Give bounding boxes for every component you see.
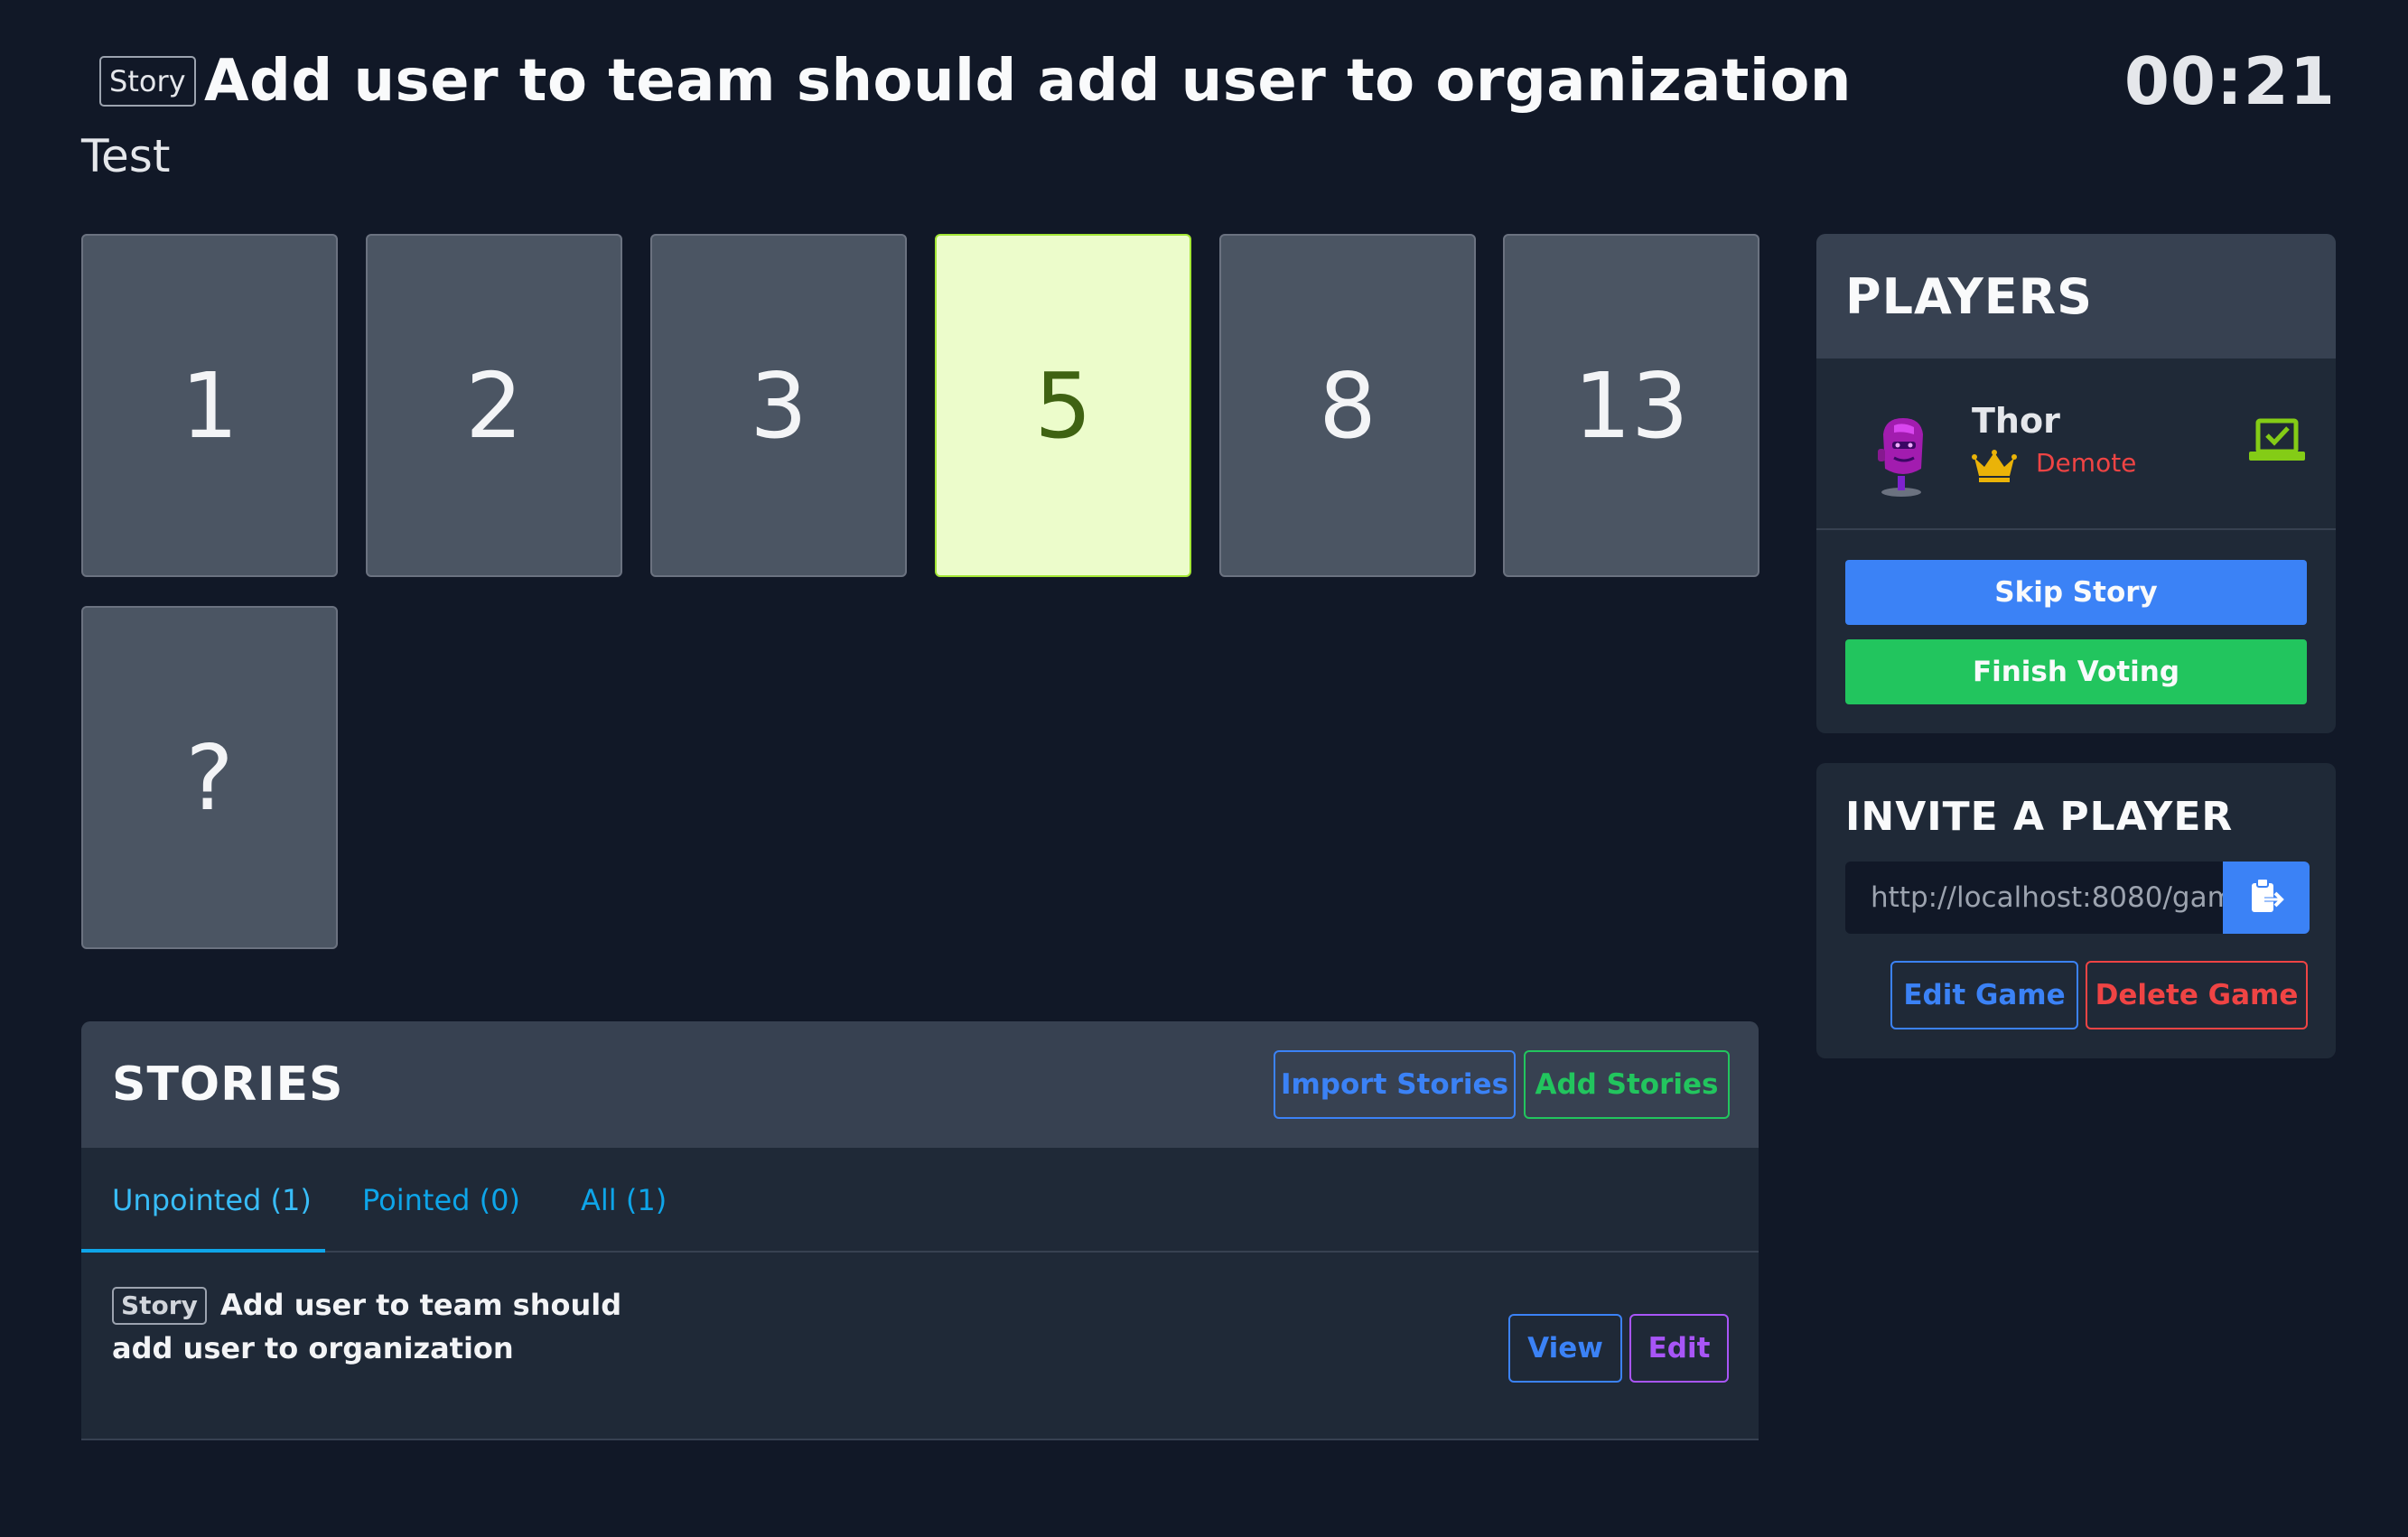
crown-icon — [1972, 449, 2017, 487]
edit-story-button[interactable]: Edit — [1629, 1314, 1729, 1383]
stories-title: STORIES — [112, 1057, 344, 1112]
view-story-button[interactable]: View — [1508, 1314, 1622, 1383]
tab-pointed[interactable]: Pointed (0) — [362, 1178, 520, 1222]
players-panel: PLAYERS Thor Demote Skip Story Finish Vo… — [1816, 234, 2336, 733]
game-name: Test — [81, 130, 171, 182]
tab-all[interactable]: All (1) — [581, 1178, 667, 1222]
vote-card-unknown[interactable]: ? — [81, 606, 338, 949]
vote-card-5-selected[interactable]: 5 — [935, 234, 1191, 577]
vote-card-8[interactable]: 8 — [1219, 234, 1476, 577]
player-name: Thor — [1972, 401, 2060, 441]
invite-link-input[interactable] — [1845, 862, 2223, 934]
skip-story-button[interactable]: Skip Story — [1845, 560, 2307, 625]
import-stories-button[interactable]: Import Stories — [1274, 1050, 1516, 1119]
vote-card-2[interactable]: 2 — [366, 234, 622, 577]
finish-voting-button[interactable]: Finish Voting — [1845, 639, 2307, 704]
story-item-type-badge: Story — [112, 1287, 207, 1325]
demote-link[interactable]: Demote — [2036, 445, 2136, 481]
stories-tabs: Unpointed (1) Pointed (0) All (1) — [81, 1148, 1759, 1253]
invite-panel: INVITE A PLAYER Edit Game Delete Game — [1816, 763, 2336, 1058]
story-list-item: Add user to team should add user to orga… — [81, 1254, 1759, 1439]
copy-link-button[interactable] — [2223, 862, 2310, 934]
invite-title: INVITE A PLAYER — [1845, 794, 2234, 840]
voting-timer: 00:21 — [2123, 43, 2336, 119]
stories-panel: STORIES Import Stories Add Stories Unpoi… — [81, 1021, 1759, 1440]
vote-card-1[interactable]: 1 — [81, 234, 338, 577]
page-title: Add user to team should add user to orga… — [204, 48, 1852, 115]
player-row: Thor Demote — [1816, 359, 2336, 530]
story-type-badge: Story — [99, 56, 196, 107]
vote-card-3[interactable]: 3 — [650, 234, 907, 577]
tab-unpointed[interactable]: Unpointed (1) — [112, 1178, 312, 1222]
add-stories-button[interactable]: Add Stories — [1524, 1050, 1730, 1119]
vote-card-13[interactable]: 13 — [1503, 234, 1759, 577]
robot-avatar-icon — [1871, 413, 1936, 503]
voted-check-icon — [2247, 417, 2307, 468]
players-header: PLAYERS — [1816, 234, 2336, 359]
active-tab-indicator — [81, 1249, 325, 1253]
edit-game-button[interactable]: Edit Game — [1890, 961, 2078, 1029]
clipboard-copy-icon — [2248, 876, 2284, 919]
delete-game-button[interactable]: Delete Game — [2086, 961, 2308, 1029]
stories-header: STORIES Import Stories Add Stories — [81, 1021, 1759, 1148]
game-header: Story Add user to team should add user t… — [81, 45, 2336, 190]
players-title: PLAYERS — [1845, 268, 2094, 325]
